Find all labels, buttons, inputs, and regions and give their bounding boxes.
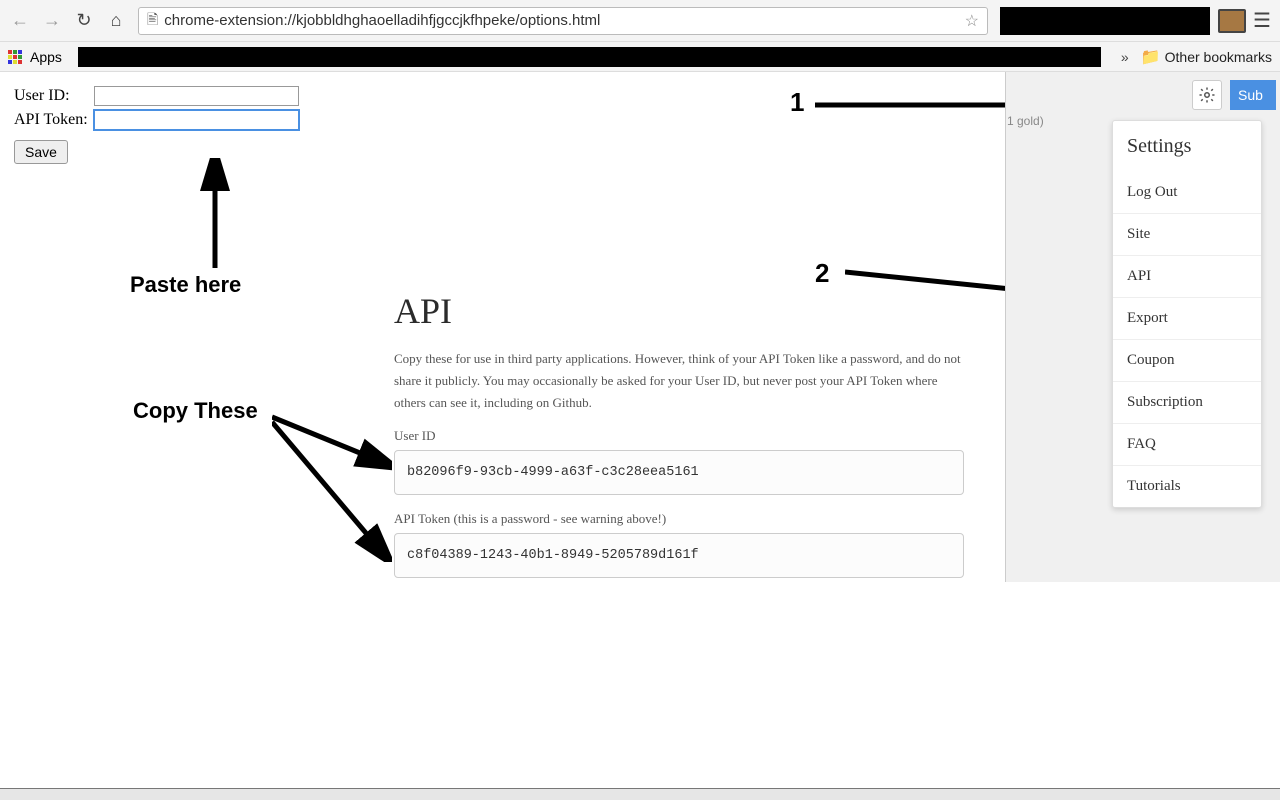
api-token-value[interactable]: c8f04389-1243-40b1-8949-5205789d161f [394,533,964,578]
api-userid-label: User ID [394,428,964,444]
site-overlay: 1 gold) Sub Settings Log Out Site API Ex… [1005,72,1280,582]
gold-text: 1 gold) [1007,114,1044,128]
menu-item-logout[interactable]: Log Out [1113,172,1261,214]
user-id-label: User ID: [14,87,70,105]
menu-item-coupon[interactable]: Coupon [1113,340,1261,382]
save-button[interactable]: Save [14,140,68,164]
menu-item-tutorials[interactable]: Tutorials [1113,466,1261,507]
dropdown-header: Settings [1113,121,1261,172]
annotation-step-2: 2 [815,258,829,289]
url-text: chrome-extension://kjobbldhghaoelladihfj… [164,12,600,29]
browser-toolbar: ← → ↻ ⌂ 🖹 chrome-extension://kjobbldhgha… [0,0,1280,42]
bookmark-star-icon[interactable]: ☆ [965,11,979,31]
api-description: Copy these for use in third party applic… [394,348,964,414]
menu-item-subscription[interactable]: Subscription [1113,382,1261,424]
arrow-paste-here [200,158,230,268]
menu-item-export[interactable]: Export [1113,298,1261,340]
apps-label[interactable]: Apps [30,49,62,65]
api-heading: API [394,290,964,332]
back-button[interactable]: ← [6,7,34,35]
redacted-extension-area [1000,7,1210,35]
arrow-copy-token [272,417,392,562]
api-token-label: API Token (this is a password - see warn… [394,511,964,527]
overflow-chevrons[interactable]: » [1117,49,1133,65]
api-token-input[interactable] [94,110,299,130]
apps-icon[interactable] [8,50,22,64]
forward-button[interactable]: → [38,7,66,35]
api-section: API Copy these for use in third party ap… [394,290,964,594]
menu-item-api[interactable]: API [1113,256,1261,298]
other-bookmarks-folder[interactable]: 📁 Other bookmarks [1141,47,1272,67]
options-form: User ID: API Token: Save [14,86,299,164]
menu-item-faq[interactable]: FAQ [1113,424,1261,466]
folder-icon: 📁 [1141,47,1161,67]
menu-button[interactable]: ☰ [1250,8,1274,33]
page-content: User ID: API Token: Save Paste here 1 2 … [0,72,1280,800]
reload-button[interactable]: ↻ [70,7,98,35]
api-userid-value[interactable]: b82096f9-93cb-4999-a63f-c3c28eea5161 [394,450,964,495]
annotation-paste-here: Paste here [130,272,241,298]
user-id-input[interactable] [94,86,299,106]
other-bookmarks-label: Other bookmarks [1165,49,1272,65]
menu-item-site[interactable]: Site [1113,214,1261,256]
page-icon: 🖹 [147,9,158,33]
bookmarks-bar: Apps » 📁 Other bookmarks [0,42,1280,72]
extension-icon[interactable] [1218,9,1246,33]
subscribe-button[interactable]: Sub [1230,80,1276,110]
settings-dropdown: Settings Log Out Site API Export Coupon … [1112,120,1262,508]
home-button[interactable]: ⌂ [102,7,130,35]
redacted-bookmarks [78,47,1101,67]
annotation-copy-these: Copy These [133,398,258,424]
gear-icon[interactable] [1192,80,1222,110]
window-bottom-edge [0,788,1280,800]
omnibox[interactable]: 🖹 chrome-extension://kjobbldhghaoelladih… [138,7,988,35]
arrow-copy-userid [272,407,392,477]
annotation-step-1: 1 [790,87,804,118]
api-token-label: API Token: [14,111,88,129]
